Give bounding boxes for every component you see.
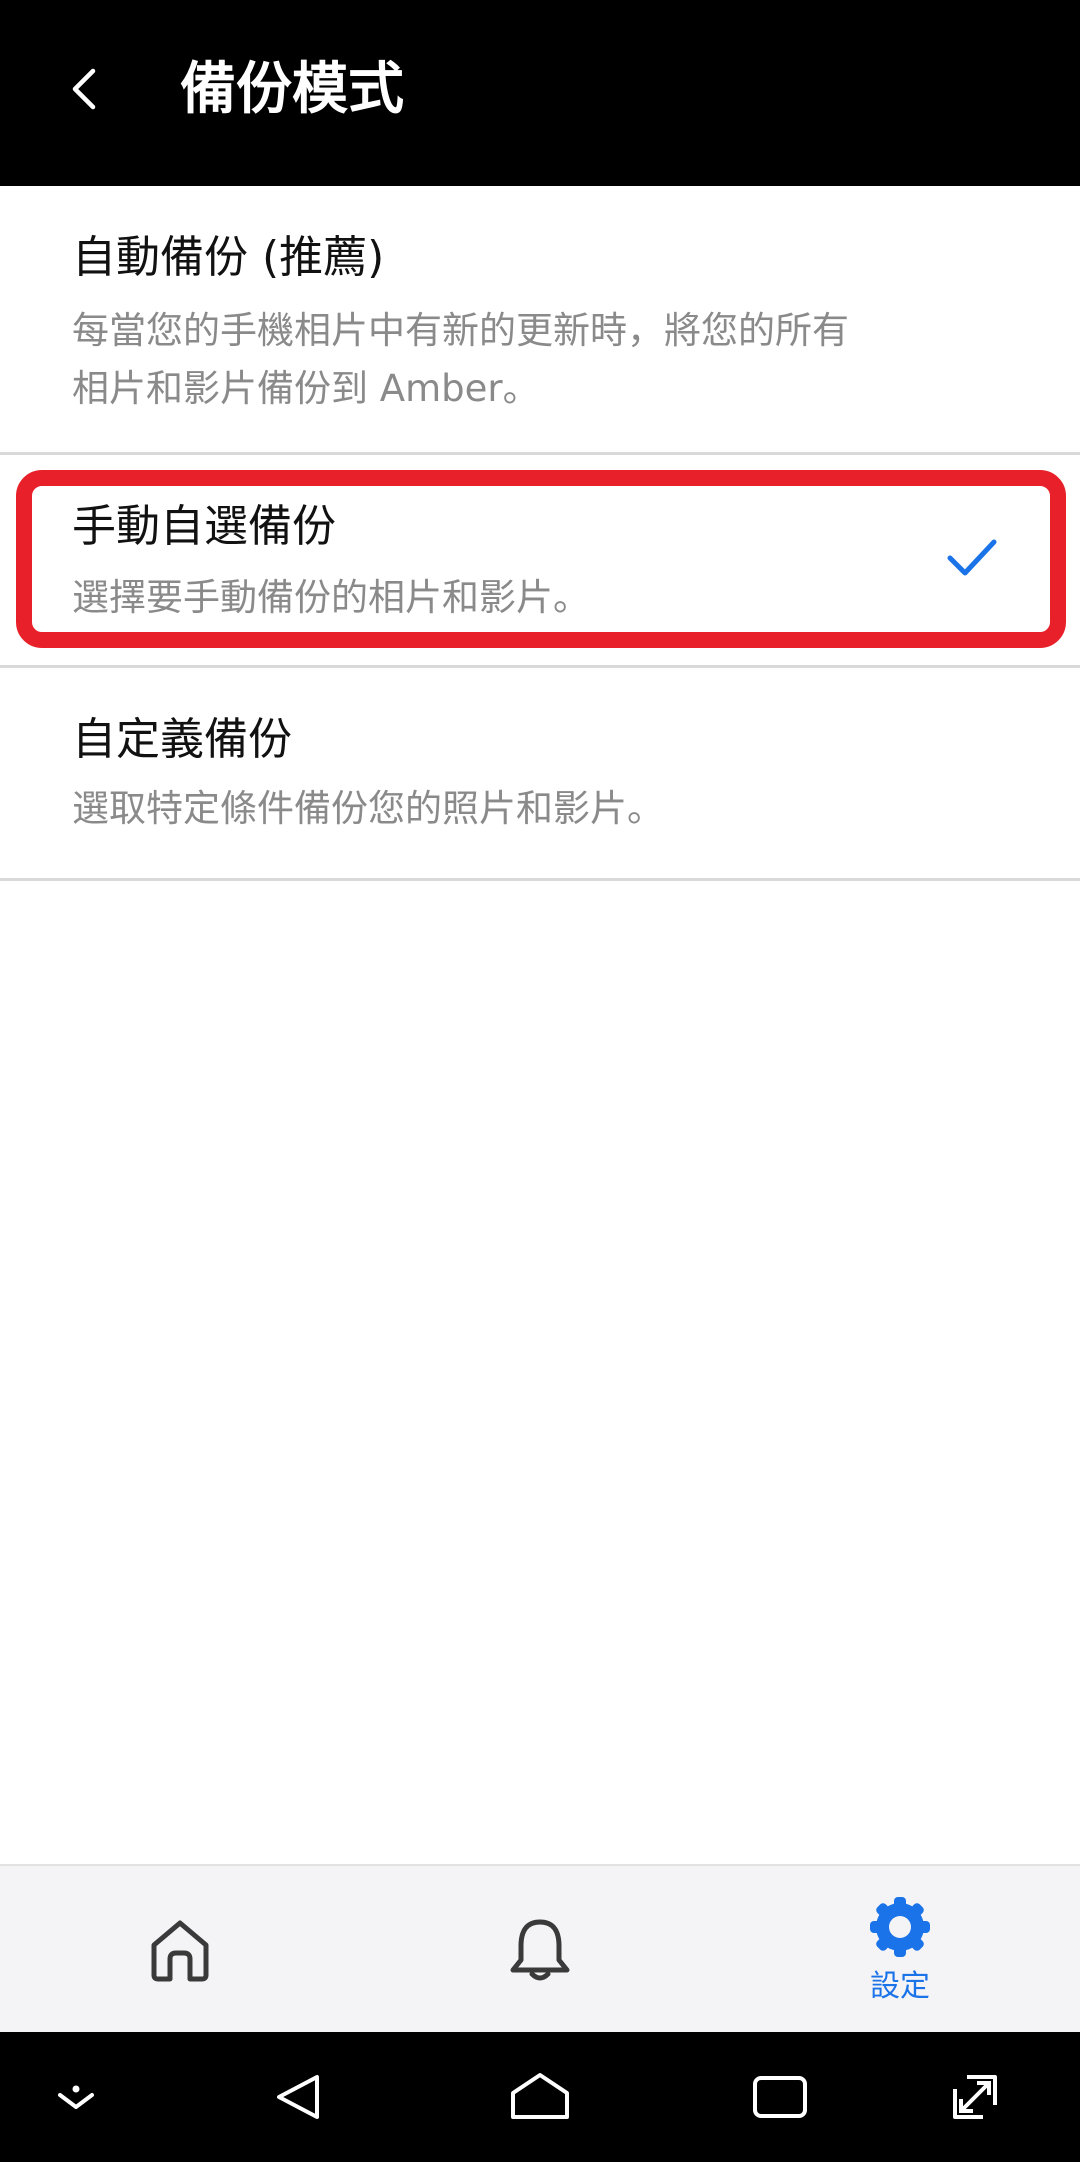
option-manual-backup-desc: 選擇要手動備份的相片和影片。 <box>72 576 590 619</box>
option-custom-backup-desc: 選取特定條件備份您的照片和影片。 <box>72 787 664 830</box>
bell-icon <box>510 1919 570 1981</box>
back-triangle-icon <box>277 2075 319 2119</box>
hide-keyboard-button[interactable] <box>36 2062 116 2132</box>
option-auto-backup[interactable]: 自動備份 (推薦) 每當您的手機相片中有新的更新時，將您的所有 相片和影片備份到… <box>0 186 1080 452</box>
chevron-left-icon <box>72 68 96 110</box>
checkmark-icon <box>947 539 997 576</box>
option-auto-backup-title: 自動備份 (推薦) <box>72 232 385 283</box>
tab-notifications[interactable] <box>360 1866 720 2034</box>
nav-back-button[interactable] <box>260 2062 340 2132</box>
system-nav-bar <box>0 2032 1080 2162</box>
option-manual-backup-title: 手動自選備份 <box>72 501 336 552</box>
divider <box>0 878 1080 881</box>
home-nav-icon <box>511 2073 569 2119</box>
tab-settings[interactable]: 設定 <box>720 1866 1080 2034</box>
option-auto-backup-desc-line1: 每當您的手機相片中有新的更新時，將您的所有 <box>72 309 849 352</box>
app-header: 備份模式 <box>0 0 1080 186</box>
resize-icon <box>953 2075 997 2119</box>
option-auto-backup-desc-line2: 相片和影片備份到 Amber。 <box>72 367 540 410</box>
tab-home[interactable] <box>0 1866 360 2034</box>
back-button[interactable] <box>56 58 112 120</box>
recents-icon <box>753 2076 807 2118</box>
option-custom-backup[interactable]: 自定義備份 選取特定條件備份您的照片和影片。 <box>0 668 1080 878</box>
home-icon <box>151 1920 209 1982</box>
option-manual-backup[interactable]: 手動自選備份 選擇要手動備份的相片和影片。 <box>0 455 1080 665</box>
gear-icon <box>870 1897 930 1957</box>
option-custom-backup-title: 自定義備份 <box>72 714 292 765</box>
resize-button[interactable] <box>935 2062 1015 2132</box>
bottom-tab-bar: 設定 <box>0 1864 1080 2032</box>
tab-settings-label: 設定 <box>870 1969 930 2004</box>
page-title: 備份模式 <box>180 57 404 122</box>
screen: 備份模式 自動備份 (推薦) 每當您的手機相片中有新的更新時，將您的所有 相片和… <box>0 0 1080 2162</box>
nav-recents-button[interactable] <box>740 2062 820 2132</box>
nav-home-button[interactable] <box>500 2062 580 2132</box>
chevron-down-icon <box>58 2085 94 2109</box>
